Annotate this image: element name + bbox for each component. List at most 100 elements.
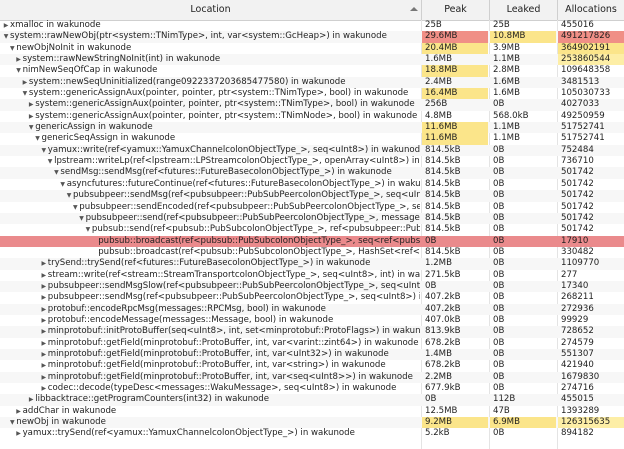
tree-row[interactable]: ▶ pubsubpeer::sendMsg(ref<pubsubpeer::Pub… <box>0 292 624 303</box>
location-text: pubsubpeer::sendEncoded(ref<pubsubpeer::… <box>79 201 420 212</box>
location-text: system::newSeqUninitialized(range0922337… <box>28 76 346 87</box>
tree-row[interactable]: ▼ asyncfutures::futureContinue(ref<future… <box>0 179 624 190</box>
expand-arrow-icon[interactable]: ▶ <box>40 360 48 371</box>
allocations-cell: 455016 <box>561 20 594 30</box>
tree-row[interactable]: ▼ system::genericAssignAux(pointer, point… <box>0 88 624 100</box>
expand-arrow-icon[interactable]: ▶ <box>40 270 48 281</box>
expand-arrow-icon[interactable]: ▶ <box>40 304 48 315</box>
expand-arrow-icon[interactable]: ▶ <box>15 428 23 439</box>
location-cell: ▶ stream::write(ref<stream::StreamTranspo… <box>0 270 420 281</box>
tree-row[interactable]: ▶ stream::write(ref<stream::StreamTranspo… <box>0 270 624 281</box>
tree-row[interactable]: ▶ minprotobuf::getField(minprotobuf::Prot… <box>0 338 624 349</box>
location-text: asyncfutures::futureContinue(ref<futures… <box>66 178 420 189</box>
tree-row[interactable]: ▶ system::genericAssignAux(pointer, point… <box>0 99 624 111</box>
collapse-arrow-icon[interactable]: ▼ <box>34 133 42 144</box>
expand-arrow-icon[interactable]: ▶ <box>40 372 48 383</box>
leaked-cell: 0B <box>493 371 505 382</box>
allocations-cell: 455015 <box>561 394 594 405</box>
location-text: pubsubpeer::send(ref<pubsubpeer::PubSubP… <box>85 212 420 223</box>
collapse-arrow-icon[interactable]: ▼ <box>15 65 23 76</box>
location-text: system::rawNewStringNoInit(int) in wakun… <box>22 54 221 65</box>
tree-row[interactable]: ▶ pubsubpeer::sendMsgSlow(ref<pubsubpeer:… <box>0 280 624 293</box>
expand-arrow-icon[interactable]: ▶ <box>27 394 35 405</box>
peak-cell: 0B <box>425 280 437 291</box>
leaked-cell: 0B <box>493 144 505 155</box>
tree-row[interactable]: pubsub::broadcast(ref<pubsub::PubSubcolo… <box>0 235 624 247</box>
leaked-cell: 1.6MB <box>493 76 520 87</box>
tree-row[interactable]: ▶ trySend::trySend(ref<futures::FutureBas… <box>0 258 624 270</box>
column-leaked-header[interactable]: Leaked <box>490 0 558 20</box>
tree-row[interactable]: ▼ genericSeqAssign in wakunode 11.6MB 1.1MB… <box>0 133 624 145</box>
tree-row[interactable]: ▼ yamux::write(ref<yamux::YamuxChannelcol… <box>0 144 624 157</box>
tree-row[interactable]: ▶ system::rawNewStringNoInit(int) in waku… <box>0 54 624 66</box>
column-location-header[interactable]: Location <box>0 0 422 20</box>
tree-row[interactable]: ▶ minprotobuf::getField(minprotobuf::Prot… <box>0 360 624 371</box>
collapse-arrow-icon[interactable]: ▼ <box>40 145 48 156</box>
collapse-arrow-icon[interactable]: ▼ <box>21 88 29 99</box>
column-peak-header[interactable]: Peak <box>422 0 490 20</box>
expand-arrow-icon[interactable]: ▶ <box>15 54 23 65</box>
expand-arrow-icon[interactable]: ▶ <box>40 281 48 292</box>
tree-row[interactable]: ▼ pubsub::send(ref<pubsub::PubSubcolonObj… <box>0 224 624 235</box>
tree-row[interactable]: ▼ newObj in wakunode 9.2MB 6.9MB 126315635 <box>0 417 624 429</box>
tree-row[interactable]: ▶ addChar in wakunode 12.5MB 47B 1393289 <box>0 406 624 417</box>
tree-row[interactable]: ▶ xmalloc in wakunode 25B 25B 455016 <box>0 20 624 31</box>
expand-arrow-icon[interactable]: ▶ <box>40 315 48 326</box>
peak-cell: 1.4MB <box>425 348 452 359</box>
expand-arrow-icon[interactable]: ▶ <box>40 349 48 360</box>
location-text: pubsubpeer::sendMsg(ref<pubsubpeer::PubS… <box>73 190 420 201</box>
collapse-arrow-icon[interactable]: ▼ <box>27 122 35 133</box>
expand-arrow-icon[interactable]: ▶ <box>40 338 48 349</box>
collapse-arrow-icon[interactable]: ▼ <box>65 190 73 201</box>
tree-row[interactable]: ▶ minprotobuf::getField(minprotobuf::Prot… <box>0 371 624 383</box>
tree-row[interactable]: ▼ pubsubpeer::sendEncoded(ref<pubsubpeer:… <box>0 202 624 213</box>
leaked-cell: 1.6MB <box>493 88 520 99</box>
tree-row[interactable]: ▶ system::genericAssignAux(pointer, point… <box>0 111 624 122</box>
tree-row[interactable]: ▶ protobuf::encodeRpcMsg(messages::RPCMsg… <box>0 303 624 315</box>
tree-row[interactable]: pubsub::broadcast(ref<pubsub::PubSubcolo… <box>0 247 624 258</box>
tree-row[interactable]: ▶ system::newSeqUninitialized(range092233… <box>0 76 624 89</box>
tree-row[interactable]: ▼ sendMsg::sendMsg(ref<futures::FutureBas… <box>0 167 624 179</box>
collapse-arrow-icon[interactable]: ▼ <box>46 156 54 167</box>
location-cell: ▶ codec::decode(typeDesc<messages::WakuMe… <box>0 383 420 394</box>
expand-arrow-icon[interactable]: ▶ <box>2 20 10 31</box>
collapse-arrow-icon[interactable]: ▼ <box>52 167 60 178</box>
allocations-cell: 1679830 <box>561 371 600 382</box>
tree-row[interactable]: ▼ nimNewSeqOfCap in wakunode 18.8MB 2.8MB 10… <box>0 65 624 77</box>
location-text: pubsubpeer::sendMsg(ref<pubsubpeer::PubS… <box>47 292 420 303</box>
expand-arrow-icon[interactable]: ▶ <box>40 383 48 394</box>
allocations-cell: 109648358 <box>561 65 611 76</box>
expand-arrow-icon[interactable]: ▶ <box>21 77 29 88</box>
location-cell: ▶ xmalloc in wakunode <box>0 20 420 31</box>
collapse-arrow-icon[interactable]: ▼ <box>2 31 10 42</box>
allocations-cell: 274716 <box>561 383 594 393</box>
tree-row[interactable]: ▼ pubsubpeer::send(ref<pubsubpeer::PubSub… <box>0 212 624 225</box>
collapse-arrow-icon[interactable]: ▼ <box>84 224 92 235</box>
peak-cell: 256B <box>425 99 448 110</box>
collapse-arrow-icon[interactable]: ▼ <box>71 202 79 213</box>
expand-arrow-icon[interactable]: ▶ <box>40 258 48 269</box>
tree-row[interactable]: ▶ minprotobuf::getField(minprotobuf::Prot… <box>0 348 624 361</box>
expand-arrow-icon[interactable]: ▶ <box>27 99 35 110</box>
expand-arrow-icon[interactable]: ▶ <box>15 406 23 417</box>
expand-arrow-icon[interactable]: ▶ <box>40 326 48 337</box>
tree-row[interactable]: ▼ newObjNoInit in wakunode 20.4MB 3.9MB 3649… <box>0 42 624 55</box>
collapse-arrow-icon[interactable]: ▼ <box>8 417 16 428</box>
tree-row[interactable]: ▶ protobuf::encodeMessage(messages::Messa… <box>0 315 624 326</box>
expand-arrow-icon[interactable]: ▶ <box>27 111 35 122</box>
expand-arrow-icon[interactable]: ▶ <box>40 292 48 303</box>
allocations-cell: 752484 <box>561 144 594 155</box>
tree-row[interactable]: ▶ libbacktrace::getProgramCounters(int32)… <box>0 394 624 406</box>
collapse-arrow-icon[interactable]: ▼ <box>78 213 86 224</box>
tree-row[interactable]: ▼ system::rawNewObj(ptr<system::TNimType>… <box>0 31 624 43</box>
tree-row[interactable]: ▶ yamux::trySend(ref<yamux::YamuxChannelc… <box>0 428 624 439</box>
column-allocations-header[interactable]: Allocations <box>558 0 624 20</box>
tree-row[interactable]: ▼ pubsubpeer::sendMsg(ref<pubsubpeer::Pub… <box>0 190 624 202</box>
location-cell: ▼ system::rawNewObj(ptr<system::TNimType>… <box>0 31 420 42</box>
tree-row[interactable]: ▼ genericAssign in wakunode 11.6MB 1.1MB 517… <box>0 122 624 134</box>
tree-row[interactable]: ▼ lpstream::writeLp(ref<lpstream::LPStrea… <box>0 156 624 167</box>
collapse-arrow-icon[interactable]: ▼ <box>8 43 16 54</box>
collapse-arrow-icon[interactable]: ▼ <box>59 179 67 190</box>
tree-row[interactable]: ▶ codec::decode(typeDesc<messages::WakuMe… <box>0 383 624 394</box>
tree-row[interactable]: ▶ minprotobuf::initProtoBuffer(seq<uInt8>… <box>0 326 624 338</box>
